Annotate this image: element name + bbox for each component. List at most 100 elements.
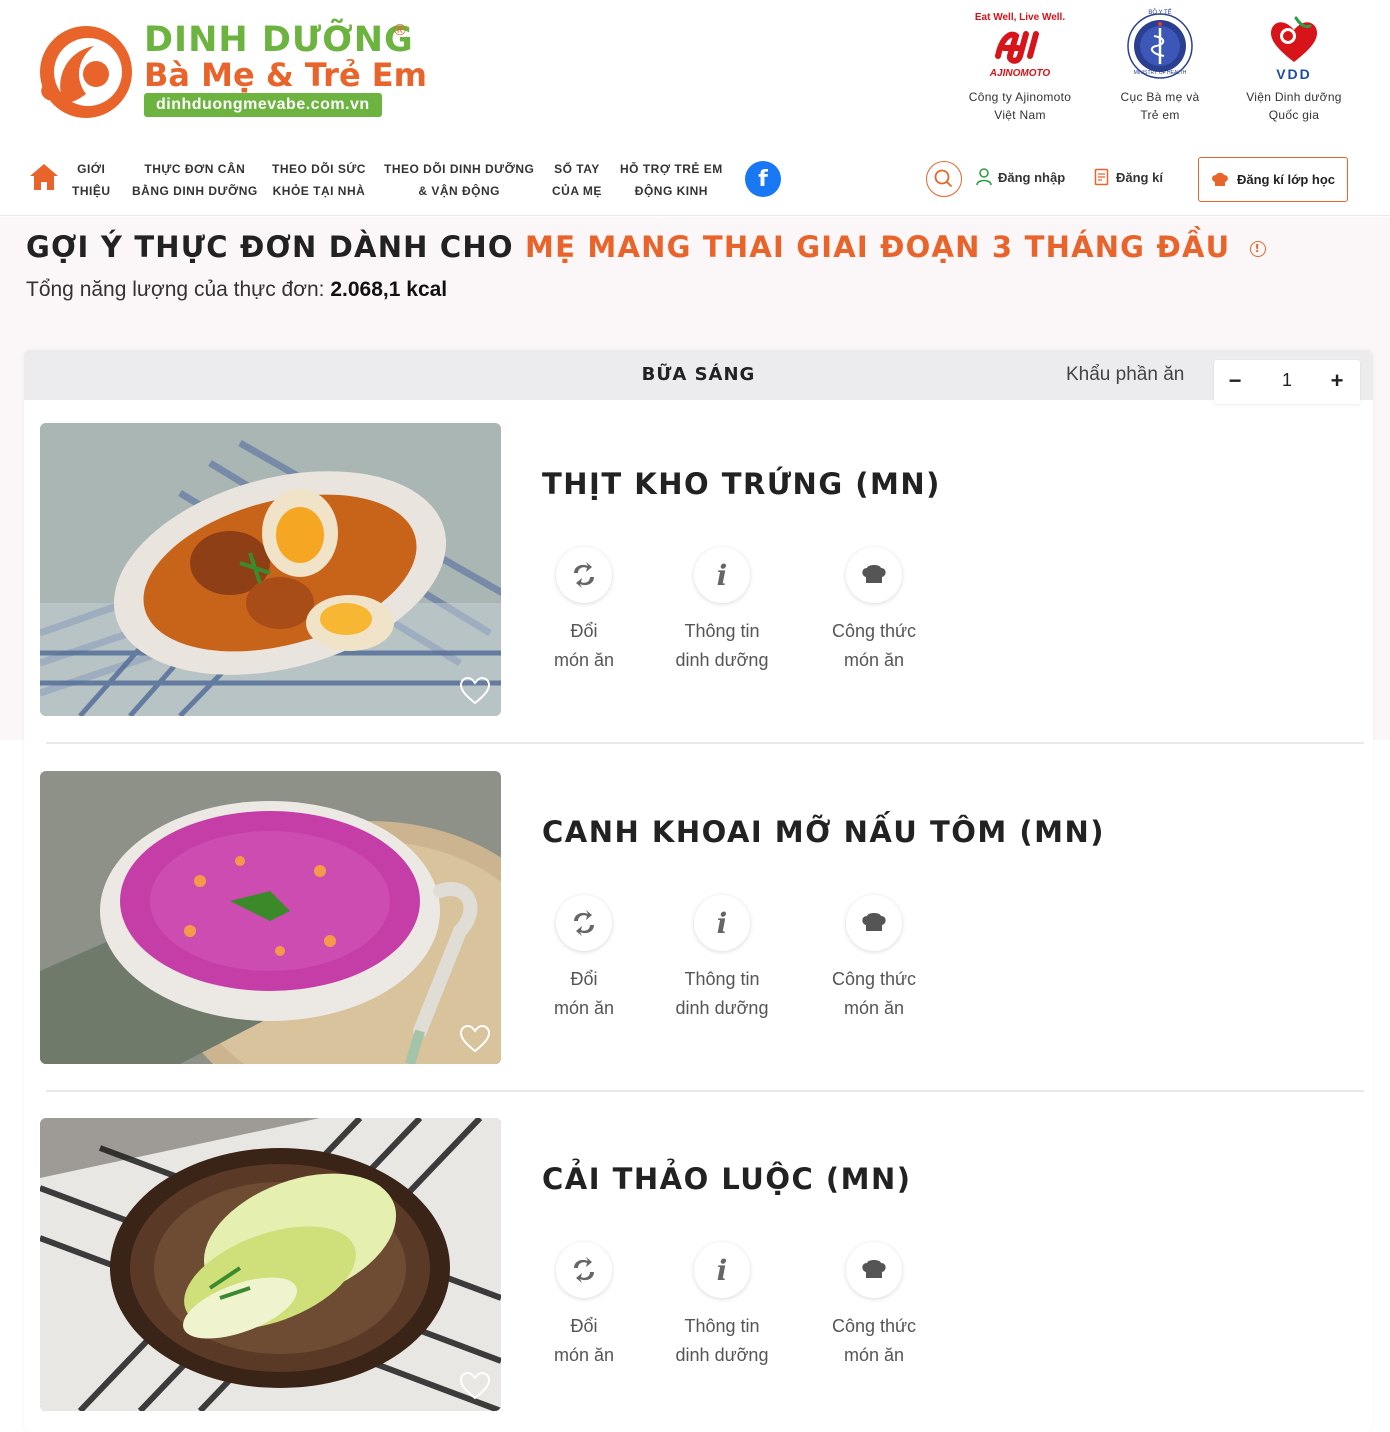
info-label-line1: Thông tin xyxy=(684,969,760,989)
swap-dish-button[interactable]: Đổi món ăn xyxy=(514,1242,654,1370)
form-icon xyxy=(1094,168,1109,186)
favorite-heart-icon[interactable] xyxy=(459,676,491,706)
search-icon xyxy=(934,169,952,187)
swap-icon xyxy=(574,1257,594,1283)
decrease-serving-button[interactable]: − xyxy=(1222,368,1248,394)
serving-label: Khẩu phần ăn xyxy=(1066,364,1185,385)
favorite-heart-icon[interactable] xyxy=(459,1024,491,1054)
partner-name-line1: Viện Dinh dưỡng xyxy=(1246,90,1342,104)
page-title: GỢI Ý THỰC ĐƠN DÀNH CHO MẸ MANG THAI GIA… xyxy=(26,230,1266,264)
recipe-button[interactable]: Công thức món ăn xyxy=(804,547,944,675)
partner-name-line1: Cục Bà mẹ và xyxy=(1120,90,1200,104)
dish-name[interactable]: CANH KHOAI MỠ NẤU TÔM (MN) xyxy=(542,815,1105,849)
swap-dish-button[interactable]: Đổi món ăn xyxy=(514,895,654,1023)
braised-pork-photo-icon xyxy=(40,423,501,716)
login-link[interactable]: Đăng nhập xyxy=(976,168,1065,186)
register-link[interactable]: Đăng kí xyxy=(1094,168,1163,186)
info-icon[interactable]: ! xyxy=(1249,241,1266,257)
increase-serving-button[interactable]: + xyxy=(1324,368,1350,394)
facebook-icon[interactable]: f xyxy=(745,161,781,197)
page-title-prefix: GỢI Ý THỰC ĐƠN DÀNH CHO xyxy=(26,230,514,264)
swap-circle xyxy=(556,1242,612,1298)
yam-soup-photo-icon xyxy=(40,771,501,1064)
recipe-label: Công thức món ăn xyxy=(804,1312,944,1370)
brand-name-line2: Bà Mẹ & Trẻ Em xyxy=(144,56,427,94)
info-circle: i xyxy=(694,1242,750,1298)
nav-item-line2: ĐỘNG KINH xyxy=(634,184,708,198)
seal-top-text: BỘ Y TẾ xyxy=(1148,10,1172,16)
recipe-button[interactable]: Công thức món ăn xyxy=(804,1242,944,1370)
swap-dish-button[interactable]: Đổi món ăn xyxy=(514,547,654,675)
nav-item-theo-doi-dinh-duong[interactable]: THEO DÕI DINH DƯỠNG & VẬN ĐỘNG xyxy=(384,158,534,202)
home-icon[interactable] xyxy=(28,162,60,192)
dish-photo[interactable] xyxy=(40,423,501,716)
vdd-heart-icon xyxy=(1270,16,1318,62)
recipe-circle xyxy=(846,895,902,951)
class-register-button[interactable]: Đăng kí lớp học xyxy=(1198,157,1348,202)
nav-item-line1: THEO DÕI SỨC xyxy=(272,162,366,176)
partner-name-line2: Việt Nam xyxy=(994,108,1046,122)
chef-hat-icon xyxy=(862,1260,886,1278)
swap-label: Đổi món ăn xyxy=(514,617,654,675)
swap-label-line1: Đổi xyxy=(570,621,598,641)
nav-item-line1: SỔ TAY xyxy=(554,162,600,176)
napa-cabbage-photo-icon xyxy=(40,1118,501,1411)
chef-hat-icon xyxy=(1212,172,1228,186)
nutrition-info-button[interactable]: i Thông tin dinh dưỡng xyxy=(652,547,792,675)
dish-divider xyxy=(46,742,1364,744)
seal-bottom-text: MINISTRY OF HEALTH xyxy=(1133,70,1187,76)
nav-item-theo-doi-suc-khoe[interactable]: THEO DÕI SỨC KHỎE TẠI NHÀ xyxy=(272,158,366,202)
partner-name: Công ty Ajinomoto Việt Nam xyxy=(950,88,1090,124)
partner-ajinomoto[interactable]: Eat Well, Live Well. AJINOMOTO Công ty A… xyxy=(950,10,1090,124)
info-i-icon: i xyxy=(716,907,728,940)
info-label: Thông tin dinh dưỡng xyxy=(652,1312,792,1370)
site-logo[interactable]: DINH DƯỠNG ® Bà Mẹ & Trẻ Em dinhduongmev… xyxy=(34,20,427,125)
nutrition-info-button[interactable]: i Thông tin dinh dưỡng xyxy=(652,895,792,1023)
info-circle: i xyxy=(694,895,750,951)
partner-name: Cục Bà mẹ và Trẻ em xyxy=(1090,88,1230,124)
favorite-heart-icon[interactable] xyxy=(459,1371,491,1401)
serving-value: 1 xyxy=(1281,370,1292,390)
nav-item-line2: CỦA MẸ xyxy=(552,184,602,198)
dish-name[interactable]: THỊT KHO TRỨNG (MN) xyxy=(542,467,941,501)
swap-circle xyxy=(556,547,612,603)
search-button[interactable] xyxy=(926,161,962,197)
energy-label: Tổng năng lượng của thực đơn: xyxy=(26,278,325,301)
partner-ministry-of-health[interactable]: BỘ Y TẾ MINISTRY OF HEALTH Cục Bà mẹ và … xyxy=(1090,10,1230,124)
recipe-label-line1: Công thức xyxy=(831,969,917,989)
vdd-wordmark: VDD xyxy=(1276,66,1312,82)
nav-item-so-tay[interactable]: SỔ TAY CỦA MẸ xyxy=(552,158,602,202)
brand-name-line1: DINH DƯỠNG xyxy=(144,20,414,60)
vdd-logo-icon: VDD xyxy=(1224,10,1364,82)
partner-name: Viện Dinh dưỡng Quốc gia xyxy=(1224,88,1364,124)
recipe-button[interactable]: Công thức món ăn xyxy=(804,895,944,1023)
info-label-line2: dinh dưỡng xyxy=(675,650,769,670)
partner-vdd[interactable]: VDD Viện Dinh dưỡng Quốc gia xyxy=(1224,10,1364,124)
ajinomoto-mark-icon xyxy=(995,31,1039,64)
nav-item-line2: THIỆU xyxy=(72,184,111,198)
ajinomoto-tagline: Eat Well, Live Well. xyxy=(974,12,1066,23)
dish-photo[interactable] xyxy=(40,771,501,1064)
energy-value: 2.068,1 kcal xyxy=(330,278,448,301)
brand-url: dinhduongmevabe.com.vn xyxy=(144,93,382,117)
swap-icon xyxy=(574,562,594,588)
swap-label: Đổi món ăn xyxy=(514,1312,654,1370)
info-label: Thông tin dinh dưỡng xyxy=(652,617,792,675)
register-label: Đăng kí xyxy=(1116,169,1163,185)
site-header: DINH DƯỠNG ® Bà Mẹ & Trẻ Em dinhduongmev… xyxy=(0,0,1390,140)
meal-header: BỮA SÁNG Khẩu phần ăn − 1 + xyxy=(24,350,1373,404)
recipe-circle xyxy=(846,547,902,603)
swap-label-line1: Đổi xyxy=(570,969,598,989)
nav-item-thuc-don[interactable]: THỰC ĐƠN CÂN BẰNG DINH DƯỠNG xyxy=(132,158,258,202)
swap-label-line2: món ăn xyxy=(553,650,615,670)
swap-label: Đổi món ăn xyxy=(514,965,654,1023)
nav-item-gioi-thieu[interactable]: GIỚI THIỆU xyxy=(72,158,111,202)
dish-name[interactable]: CẢI THẢO LUỘC (MN) xyxy=(542,1162,912,1196)
nav-item-ho-tro-tre-em[interactable]: HỖ TRỢ TRẺ EM ĐỘNG KINH xyxy=(620,158,723,202)
login-label: Đăng nhập xyxy=(998,169,1066,185)
meal-panel: BỮA SÁNG Khẩu phần ăn − 1 + THỊT KHO TRỨ… xyxy=(24,350,1373,1432)
info-label-line1: Thông tin xyxy=(684,621,760,641)
dish-photo[interactable] xyxy=(40,1118,501,1411)
info-label-line2: dinh dưỡng xyxy=(675,998,769,1018)
nutrition-info-button[interactable]: i Thông tin dinh dưỡng xyxy=(652,1242,792,1370)
